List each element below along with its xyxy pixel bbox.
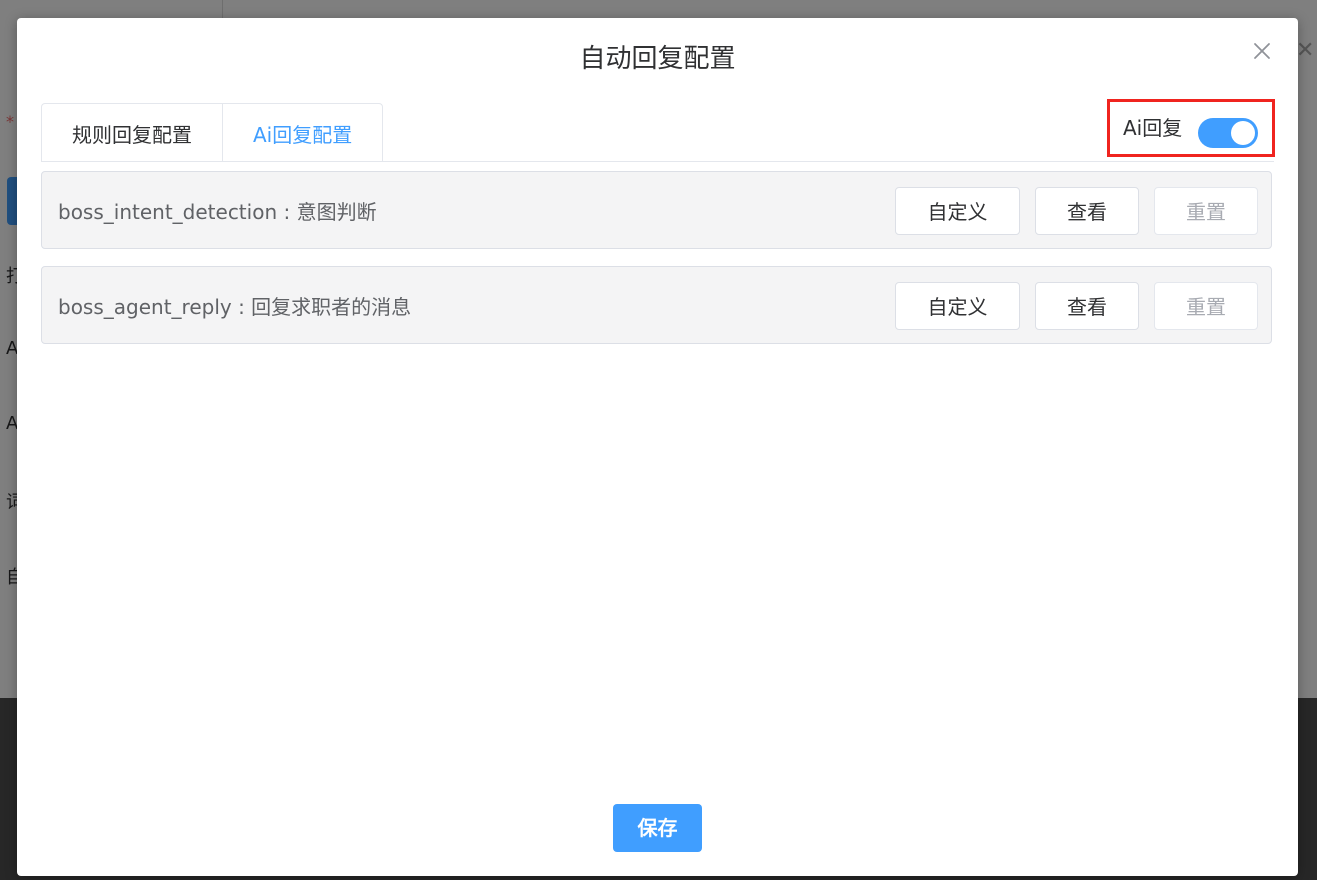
save-button[interactable]: 保存 (613, 804, 702, 852)
customize-button[interactable]: 自定义 (895, 187, 1020, 235)
ai-reply-toggle[interactable] (1198, 118, 1258, 148)
ai-reply-label: Ai回复 (1123, 116, 1183, 140)
view-button[interactable]: 查看 (1035, 187, 1139, 235)
dialog-title: 自动回复配置 (579, 44, 736, 74)
row-label: boss_intent_detection : 意图判断 (58, 200, 377, 224)
row-label: boss_agent_reply : 回复求职者的消息 (58, 295, 412, 319)
config-row-intent-detection: boss_intent_detection : 意图判断 自定义 查看 重置 (41, 171, 1272, 249)
reset-button[interactable]: 重置 (1154, 282, 1258, 330)
view-button[interactable]: 查看 (1035, 282, 1139, 330)
config-row-agent-reply: boss_agent_reply : 回复求职者的消息 自定义 查看 重置 (41, 266, 1272, 344)
config-tabs: 规则回复配置 Ai回复配置 (41, 103, 384, 162)
ai-reply-switch-highlight: Ai回复 (1107, 99, 1275, 157)
tabs-divider (41, 161, 1274, 162)
toggle-knob (1231, 121, 1255, 145)
reset-button[interactable]: 重置 (1154, 187, 1258, 235)
auto-reply-config-dialog: 自动回复配置 规则回复配置 Ai回复配置 Ai回复 boss_intent_de… (17, 18, 1298, 876)
tab-ai-reply-config[interactable]: Ai回复配置 (222, 104, 382, 162)
customize-button[interactable]: 自定义 (895, 282, 1020, 330)
tab-rule-reply-config[interactable]: 规则回复配置 (42, 104, 222, 162)
close-icon[interactable] (1249, 38, 1275, 64)
background-close-icon: ✕ (1296, 38, 1315, 63)
